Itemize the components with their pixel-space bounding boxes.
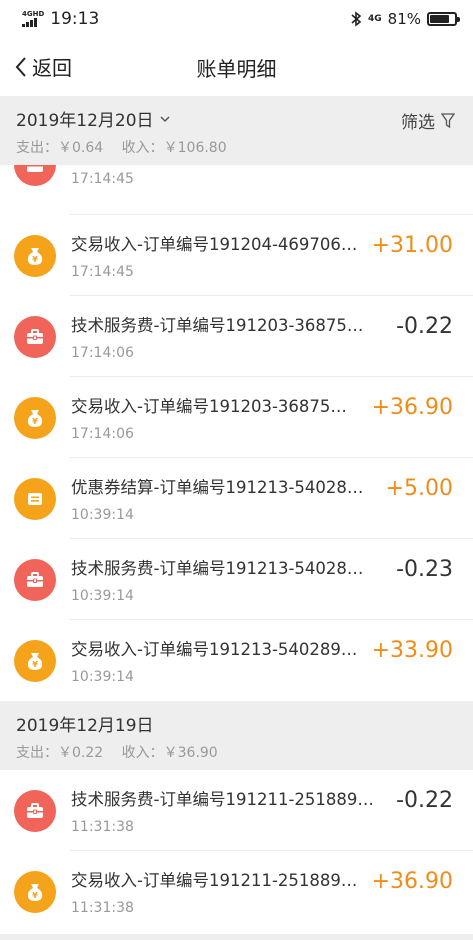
list-item[interactable]: 技术服务费-订单编号191203-36875… 17:14:06 -0.22 xyxy=(0,296,473,377)
toolbox-icon xyxy=(14,789,56,832)
item-title: 交易收入-订单编号191204-469706… xyxy=(71,235,358,254)
item-time: 17:14:06 xyxy=(71,345,134,361)
signal-icon: 4GHD xyxy=(22,11,44,27)
item-amount: +36.90 xyxy=(371,395,453,420)
list-item[interactable]: 技术服务费-订单编号191213-54028… 10:39:14 -0.23 xyxy=(0,539,473,620)
transaction-list: 技术服务费-订单编号191211-251889… 11:31:38 -0.22 ¥ 交易… xyxy=(0,770,473,932)
list-item[interactable]: 优惠券结算-订单编号191213-54028… 10:39:14 +5.00 xyxy=(0,458,473,539)
network-4g: 4G xyxy=(368,13,382,24)
toolbox-icon xyxy=(14,165,56,186)
transaction-list: 17:14:45 ¥ 交易收入-订单编号191204-469706… 17:14:4… xyxy=(0,165,473,701)
section-header: 2019年12月19日 支出：￥0.22 收入：￥36.90 xyxy=(0,701,473,770)
item-time: 10:39:14 xyxy=(71,507,134,523)
expense-total: 支出：￥0.64 xyxy=(16,140,104,156)
income-total: 收入：￥106.80 xyxy=(121,140,227,156)
money-bag-icon: ¥ xyxy=(14,396,56,439)
back-label: 返回 xyxy=(32,56,72,80)
item-title: 交易收入-订单编号191203-36875… xyxy=(71,397,347,416)
date-selector[interactable]: 2019年12月20日 xyxy=(16,106,457,131)
item-title: 交易收入-订单编号191213-540289… xyxy=(71,640,358,659)
item-time: 17:14:45 xyxy=(71,264,134,280)
battery-percent: 81% xyxy=(387,10,421,28)
item-time: 17:14:45 xyxy=(71,171,134,187)
list-item[interactable]: 技术服务费-订单编号191211-251889… 11:31:38 -0.22 xyxy=(0,770,473,851)
money-bag-icon: ¥ xyxy=(14,639,56,682)
item-amount: -0.22 xyxy=(396,314,453,339)
chevron-down-icon xyxy=(160,115,170,122)
toolbox-icon xyxy=(14,558,56,601)
toolbox-icon xyxy=(14,315,56,358)
item-amount: +31.00 xyxy=(371,233,453,258)
svg-text:¥: ¥ xyxy=(32,660,38,669)
network-type: 4GHD xyxy=(22,10,45,18)
item-time: 10:39:14 xyxy=(71,669,134,685)
item-time: 11:31:38 xyxy=(71,900,134,916)
coupon-icon xyxy=(14,477,56,520)
item-time: 10:39:14 xyxy=(71,588,134,604)
section-summary: 支出：￥0.22 收入：￥36.90 xyxy=(16,742,457,762)
list-item[interactable]: ¥ 交易收入-订单编号191204-469706… 17:14:45 +31.00 xyxy=(0,215,473,296)
item-title: 技术服务费-订单编号191211-251889… xyxy=(71,790,374,809)
money-bag-icon: ¥ xyxy=(14,234,56,277)
date-label: 2019年12月19日 xyxy=(16,711,457,736)
item-amount: +36.90 xyxy=(371,869,453,894)
battery-level xyxy=(430,15,450,23)
item-amount: +33.90 xyxy=(371,638,453,663)
section-header: 2019年12月20日 支出：￥0.64 收入：￥106.80 筛选 xyxy=(0,96,473,165)
section-summary: 支出：￥0.64 收入：￥106.80 xyxy=(16,137,457,157)
item-amount: -0.23 xyxy=(396,557,453,582)
list-item[interactable]: ¥ 交易收入-订单编号191203-36875… 17:14:06 +36.90 xyxy=(0,377,473,458)
item-title: 技术服务费-订单编号191203-36875… xyxy=(71,316,364,335)
section-date: 2019年12月19日 xyxy=(16,716,154,736)
item-time: 17:14:06 xyxy=(71,426,134,442)
item-amount: +5.00 xyxy=(385,476,453,501)
money-bag-icon: ¥ xyxy=(14,870,56,913)
item-time: 11:31:38 xyxy=(71,819,134,835)
clock: 19:13 xyxy=(50,9,100,29)
chevron-left-icon xyxy=(15,56,26,77)
back-button[interactable]: 返回 xyxy=(14,52,72,81)
status-bar: 4GHD 19:13 4G 81% xyxy=(0,0,473,38)
list-item[interactable]: ¥ 交易收入-订单编号191211-251889… 11:31:38 +36.90 xyxy=(0,851,473,932)
svg-text:¥: ¥ xyxy=(32,417,38,426)
filter-label: 筛选 xyxy=(401,113,435,133)
svg-text:¥: ¥ xyxy=(32,255,38,264)
filter-button[interactable]: 筛选 xyxy=(401,108,455,133)
item-title: 优惠券结算-订单编号191213-54028… xyxy=(71,478,364,497)
filter-icon xyxy=(441,112,455,128)
list-item[interactable]: ¥ 交易收入-订单编号191213-540289… 10:39:14 +33.90 xyxy=(0,620,473,701)
item-amount: -0.22 xyxy=(396,788,453,813)
bluetooth-icon xyxy=(351,11,362,27)
expense-total: 支出：￥0.22 xyxy=(16,745,104,761)
income-total: 收入：￥36.90 xyxy=(121,745,218,761)
battery-icon xyxy=(427,12,460,26)
next-section-edge xyxy=(0,934,473,940)
svg-text:¥: ¥ xyxy=(32,891,38,900)
item-title: 交易收入-订单编号191211-251889… xyxy=(71,871,358,890)
section-date: 2019年12月20日 xyxy=(16,111,154,131)
nav-bar: 返回 账单明细 xyxy=(0,38,473,96)
item-title: 技术服务费-订单编号191213-54028… xyxy=(71,559,364,578)
list-item[interactable]: 17:14:45 xyxy=(0,165,473,215)
